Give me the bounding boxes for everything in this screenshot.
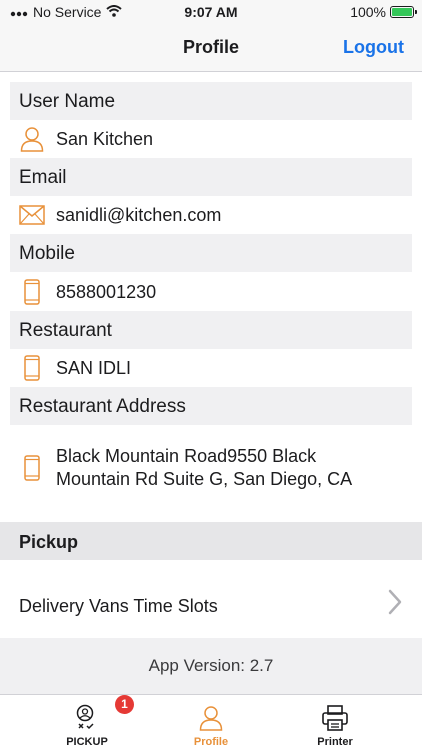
tab-bar: 1 PICKUP Profile Printer: [0, 694, 422, 750]
chevron-right-icon: [388, 589, 402, 620]
mail-icon: [18, 201, 46, 229]
user-icon: [18, 125, 46, 153]
battery-fill: [392, 8, 412, 16]
tab-printer-label: Printer: [317, 736, 353, 748]
delivery-vans-time-slots-label: Delivery Vans Time Slots: [19, 596, 218, 616]
nav-bar: Profile Logout: [0, 26, 422, 72]
email-row: sanidli@kitchen.com: [18, 200, 412, 230]
restaurant-value: SAN IDLI: [56, 357, 132, 378]
tab-printer[interactable]: Printer: [265, 695, 405, 750]
pickup-section-header: Pickup: [0, 522, 422, 560]
username-label: User Name: [10, 82, 412, 120]
phone-icon: [18, 354, 46, 382]
battery-percent: 100%: [350, 4, 386, 20]
app-version-area: App Version: 2.7: [0, 638, 422, 694]
email-label: Email: [10, 158, 412, 196]
mobile-label: Mobile: [10, 234, 412, 272]
username-value: San Kitchen: [56, 128, 154, 149]
delivery-vans-time-slots-row[interactable]: Delivery Vans Time Slots: [0, 560, 422, 638]
address-row: Black Mountain Road9550 Black Mountain R…: [18, 444, 412, 492]
restaurant-label: Restaurant: [10, 311, 412, 349]
printer-icon: [319, 703, 351, 733]
logout-button[interactable]: Logout: [343, 37, 404, 58]
address-label: Restaurant Address: [10, 387, 412, 425]
email-value: sanidli@kitchen.com: [56, 204, 222, 225]
profile-icon: [195, 703, 227, 733]
profile-content: User Name San Kitchen Email sanidli@kitc…: [0, 72, 422, 694]
pickup-badge: 1: [115, 695, 134, 714]
address-value: Black Mountain Road9550 Black Mountain R…: [56, 446, 353, 489]
username-row: San Kitchen: [18, 124, 412, 154]
phone-icon: [18, 454, 46, 482]
pickup-icon: [71, 703, 103, 733]
battery-icon: [390, 6, 417, 18]
tab-profile[interactable]: Profile: [141, 695, 281, 750]
restaurant-row: SAN IDLI: [18, 353, 412, 383]
status-right: 100%: [350, 4, 417, 20]
tab-pickup-label: PICKUP: [66, 736, 108, 748]
app-version: App Version: 2.7: [148, 656, 274, 675]
tab-profile-label: Profile: [193, 736, 229, 748]
tab-pickup[interactable]: 1 PICKUP: [17, 695, 157, 750]
phone-icon: [18, 278, 46, 306]
status-bar: No Service 9:07 AM 100%: [0, 0, 422, 26]
mobile-value: 8588001230: [56, 281, 157, 302]
mobile-row: 8588001230: [18, 277, 412, 307]
